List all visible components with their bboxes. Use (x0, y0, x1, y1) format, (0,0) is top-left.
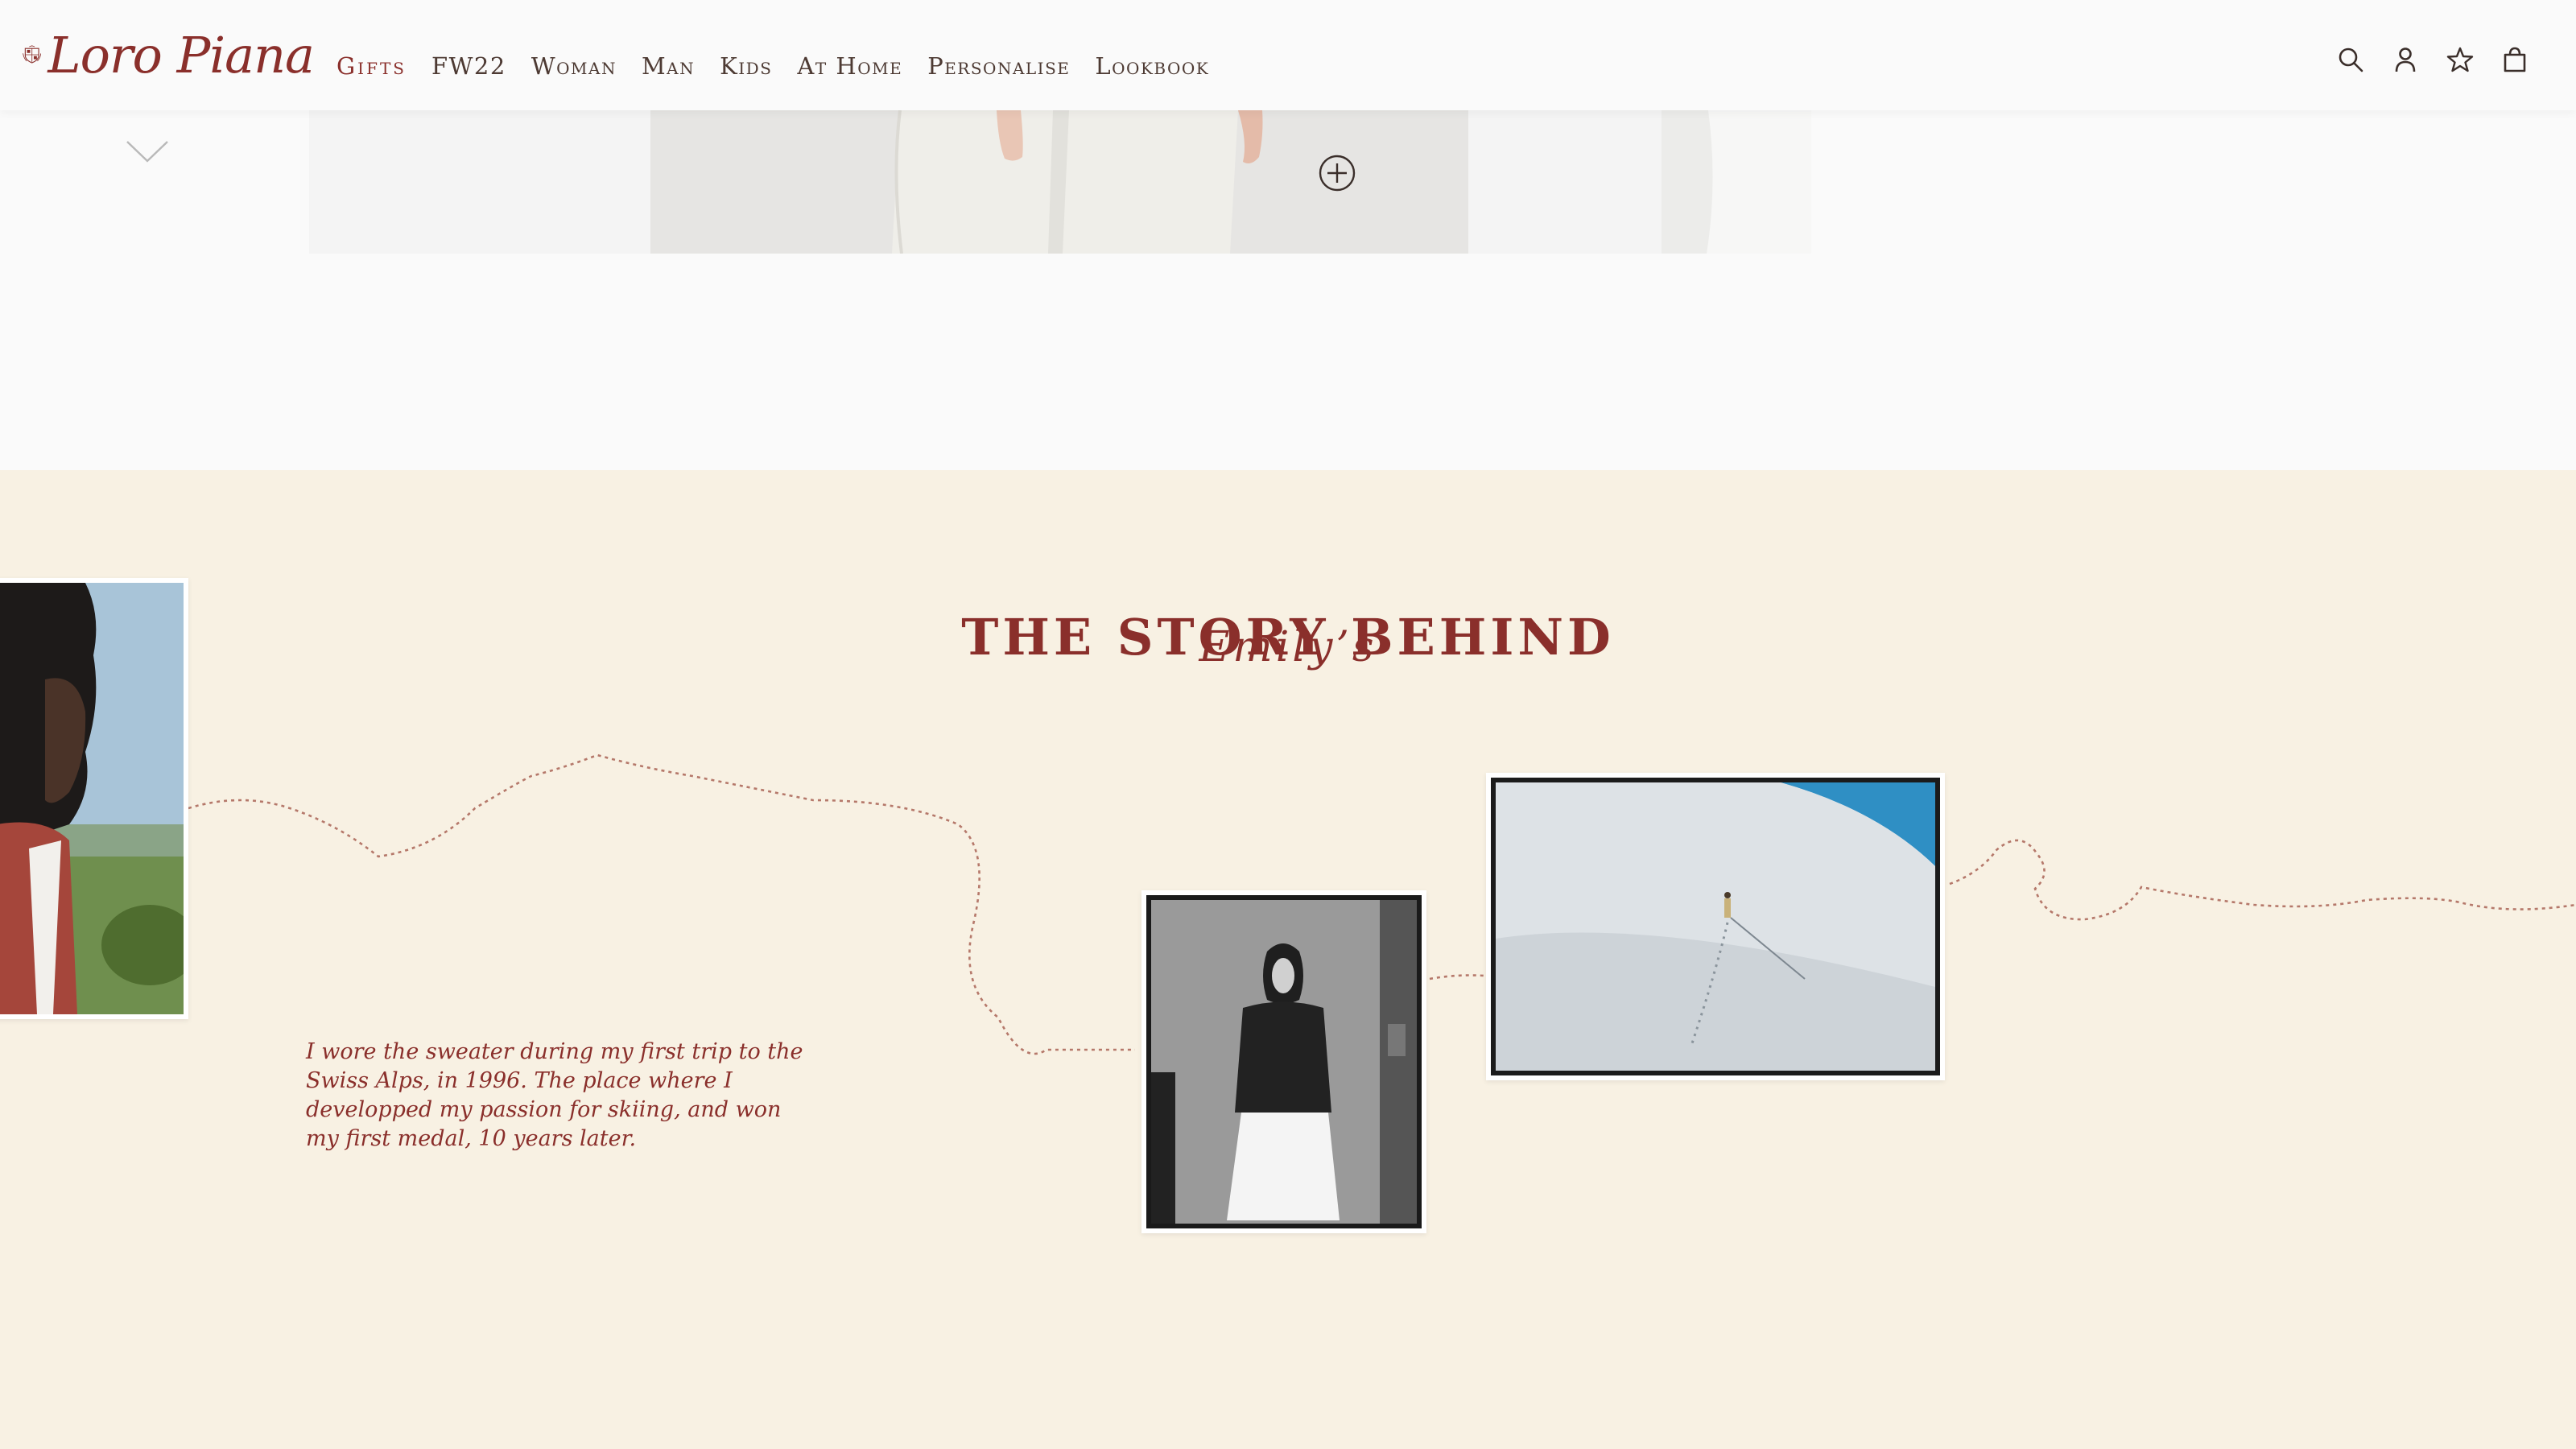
nav-item-gifts[interactable]: Gifts (336, 52, 407, 80)
shopping-bag-icon[interactable] (2499, 43, 2531, 76)
plus-circle-icon[interactable] (1317, 153, 1357, 193)
nav-item-kids[interactable]: Kids (720, 52, 772, 80)
crest-icon (23, 45, 42, 64)
product-image-next[interactable] (1662, 110, 1811, 254)
main-navigation: Gifts FW22 Woman Man Kids At Home Person… (336, 48, 1234, 84)
nav-item-personalise[interactable]: Personalise (927, 52, 1070, 80)
story-section: THE STORY BEHIND Emily’s I wore the swea… (0, 470, 2576, 1449)
brand-wordmark: Loro Piana (47, 25, 315, 85)
story-quote: I wore the sweater during my first trip … (306, 1039, 803, 1151)
story-photo-countryside[interactable] (0, 578, 188, 1019)
story-photo-snow-slope[interactable] (1486, 773, 1945, 1080)
nav-item-lookbook[interactable]: Lookbook (1095, 52, 1209, 80)
site-header: Loro Piana Gifts FW22 Woman Man Kids At … (0, 0, 2576, 110)
product-image-next-art (1662, 110, 1713, 254)
nav-item-woman[interactable]: Woman (531, 52, 617, 80)
search-icon[interactable] (2334, 43, 2367, 76)
wishlist-star-icon[interactable] (2444, 43, 2476, 76)
snow-slope-photo-art (1491, 778, 1940, 1075)
header-actions (2312, 43, 2531, 76)
nav-item-fw22[interactable]: FW22 (431, 52, 506, 80)
countryside-photo-art (0, 583, 184, 1014)
story-photo-portrait[interactable] (1141, 890, 1426, 1233)
nav-item-man[interactable]: Man (642, 52, 695, 80)
account-icon[interactable] (2389, 43, 2421, 76)
portrait-photo-art (1146, 895, 1422, 1228)
chevron-down-icon[interactable] (124, 135, 171, 167)
brand-logo[interactable]: Loro Piana (23, 21, 315, 89)
nav-item-at-home[interactable]: At Home (797, 52, 902, 80)
story-subtitle: Emily’s (1199, 623, 1377, 671)
